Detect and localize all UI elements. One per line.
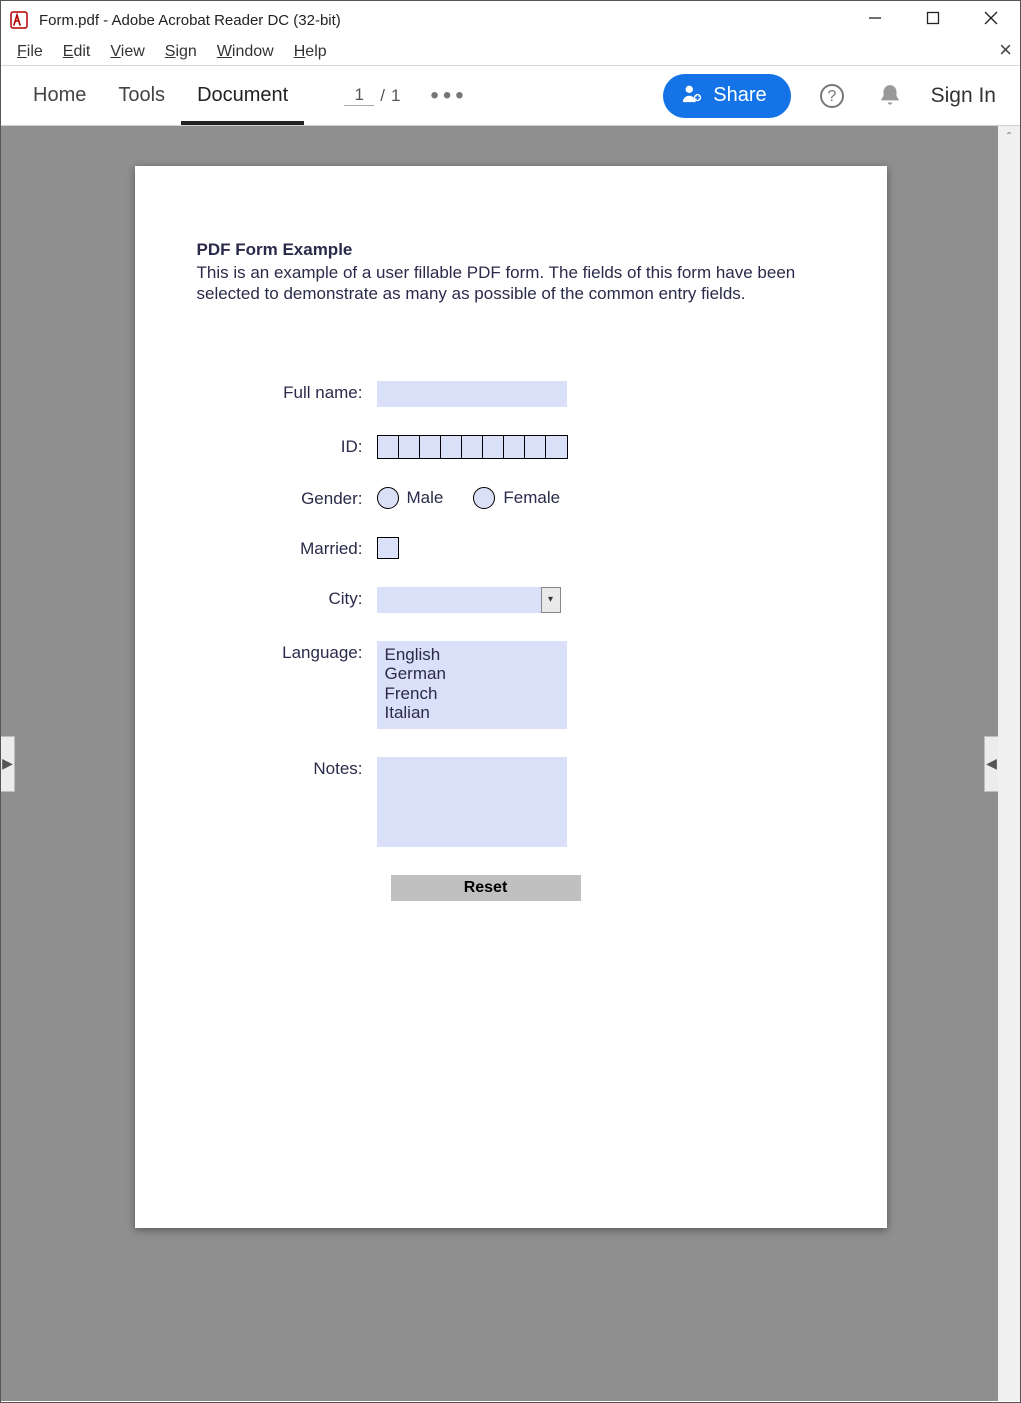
menubar: File Edit View Sign Window Help ×	[1, 39, 1020, 65]
form-title: PDF Form Example	[197, 240, 825, 260]
page-indicator: 1 / 1	[344, 85, 400, 106]
document-viewport: ▶ ◀ ˆ PDF Form Example This is an exampl…	[1, 126, 1020, 1401]
left-panel-toggle[interactable]: ▶	[1, 736, 15, 792]
label-fullname: Full name:	[197, 381, 377, 403]
menu-help[interactable]: Help	[284, 43, 337, 61]
svg-text:?: ?	[827, 88, 836, 105]
share-button[interactable]: Share	[663, 74, 790, 118]
label-gender: Gender:	[197, 487, 377, 509]
language-listbox[interactable]: English German French Italian	[377, 641, 567, 729]
menu-file[interactable]: File	[7, 43, 53, 61]
gender-female-label: Female	[503, 488, 560, 508]
gender-female-radio[interactable]	[473, 487, 495, 509]
menu-edit[interactable]: Edit	[53, 43, 101, 61]
notifications-button[interactable]	[873, 79, 907, 113]
menu-view[interactable]: View	[100, 43, 154, 61]
window-controls	[846, 1, 1020, 39]
window-title: Form.pdf - Adobe Acrobat Reader DC (32-b…	[39, 12, 341, 29]
tab-tools[interactable]: Tools	[102, 66, 181, 125]
label-language: Language:	[197, 641, 377, 663]
gender-male-radio[interactable]	[377, 487, 399, 509]
right-panel-toggle[interactable]: ◀	[984, 736, 998, 792]
label-notes: Notes:	[197, 757, 377, 779]
label-married: Married:	[197, 537, 377, 559]
page-sep: /	[380, 86, 385, 106]
fullname-input[interactable]	[377, 381, 567, 407]
minimize-button[interactable]	[846, 1, 904, 35]
menu-window[interactable]: Window	[207, 43, 284, 61]
share-label: Share	[713, 84, 766, 107]
page-total: 1	[391, 86, 400, 106]
more-tools-button[interactable]: •••	[430, 82, 467, 110]
vertical-scrollbar[interactable]: ˆ	[998, 126, 1020, 1401]
married-checkbox[interactable]	[377, 537, 399, 559]
page-current-input[interactable]: 1	[344, 85, 374, 106]
notes-textarea[interactable]	[377, 757, 567, 847]
id-input[interactable]	[377, 435, 568, 459]
form-description: This is an example of a user fillable PD…	[197, 262, 825, 305]
menu-sign[interactable]: Sign	[155, 43, 207, 61]
gender-male-label: Male	[407, 488, 444, 508]
pdf-page: PDF Form Example This is an example of a…	[135, 166, 887, 1228]
label-id: ID:	[197, 435, 377, 457]
list-item[interactable]: German	[385, 664, 559, 684]
list-item[interactable]: Italian	[385, 703, 559, 723]
city-select[interactable]: ▾	[377, 587, 561, 613]
tab-document[interactable]: Document	[181, 66, 304, 125]
help-button[interactable]: ?	[815, 79, 849, 113]
scroll-up-icon[interactable]: ˆ	[998, 126, 1020, 148]
reset-button[interactable]: Reset	[391, 875, 581, 901]
close-document-button[interactable]: ×	[999, 37, 1012, 63]
app-icon	[9, 10, 29, 30]
window-titlebar: Form.pdf - Adobe Acrobat Reader DC (32-b…	[1, 1, 1020, 39]
list-item[interactable]: French	[385, 684, 559, 704]
share-icon	[681, 82, 703, 110]
tab-home[interactable]: Home	[17, 66, 102, 125]
toolbar: Home Tools Document 1 / 1 ••• Share ? Si…	[1, 66, 1020, 126]
maximize-button[interactable]	[904, 1, 962, 35]
close-button[interactable]	[962, 1, 1020, 35]
label-city: City:	[197, 587, 377, 609]
signin-button[interactable]: Sign In	[931, 84, 996, 108]
list-item[interactable]: English	[385, 645, 559, 665]
chevron-down-icon[interactable]: ▾	[541, 587, 561, 613]
